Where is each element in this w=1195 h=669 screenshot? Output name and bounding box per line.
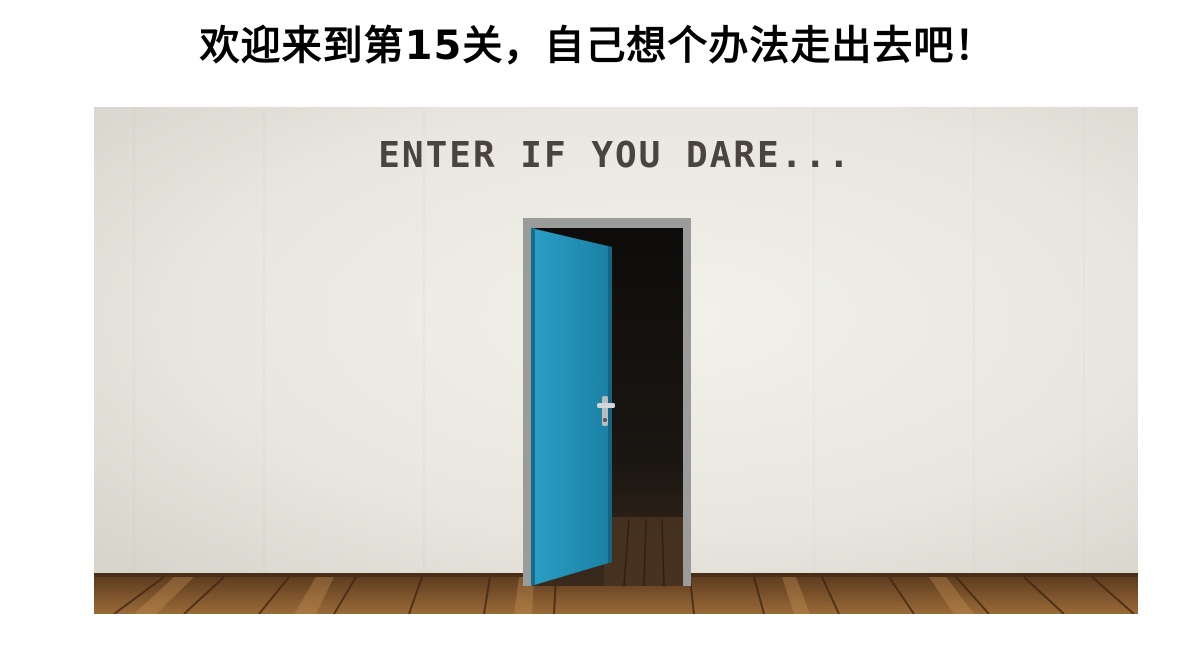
wall-sign-text: ENTER IF YOU DARE...	[378, 135, 851, 176]
level-title: 欢迎来到第15关，自己想个办法走出去吧！	[199, 23, 996, 69]
room-illustration: ENTER IF YOU DARE...	[94, 107, 1138, 614]
game-scene[interactable]: ENTER IF YOU DARE...	[94, 107, 1138, 614]
